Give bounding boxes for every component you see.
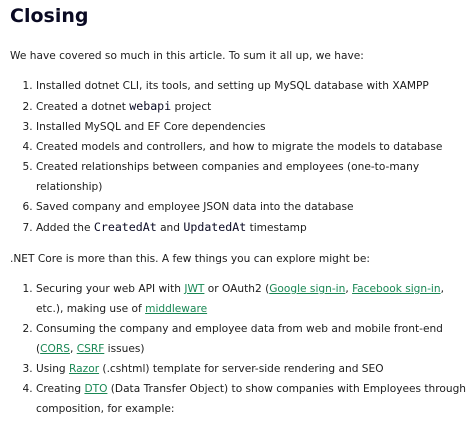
item-text: (.cshtml) template for server-side rende… [99, 363, 384, 375]
item-text: Securing your web API with [36, 283, 185, 295]
summary-intro: We have covered so much in this article.… [10, 50, 364, 62]
dto-link[interactable]: DTO [84, 383, 107, 395]
facebook-sign-in-link[interactable]: Facebook sign-in [352, 283, 441, 295]
list-item: Securing your web API with JWT or OAuth2… [36, 279, 470, 319]
item-text: Created relationships between companies … [36, 161, 420, 193]
explore-list: Securing your web API with JWT or OAuth2… [10, 279, 470, 419]
article-content: Closing We have covered so much in this … [10, 4, 470, 419]
item-text: timestamp [246, 222, 307, 234]
item-text: Installed dotnet CLI, its tools, and set… [36, 80, 429, 92]
google-sign-in-link[interactable]: Google sign-in [269, 283, 345, 295]
list-item: Created relationships between companies … [36, 157, 470, 197]
item-text: Using [36, 363, 70, 375]
item-text: project [171, 101, 212, 113]
list-item: Created models and controllers, and how … [36, 137, 470, 157]
section-heading: Closing [10, 5, 89, 27]
item-text: Added the [36, 222, 94, 234]
list-item: Created a dotnet webapi project [36, 96, 470, 117]
explore-intro: .NET Core is more than this. A few thing… [10, 253, 370, 265]
item-text: issues) [104, 343, 145, 355]
list-item: Installed MySQL and EF Core dependencies [36, 117, 470, 137]
list-item: Installed dotnet CLI, its tools, and set… [36, 76, 470, 96]
item-text: Created a dotnet [36, 101, 130, 113]
item-text: or OAuth2 ( [204, 283, 270, 295]
jwt-link[interactable]: JWT [184, 283, 204, 295]
csrf-link[interactable]: CSRF [77, 343, 105, 355]
list-item: Added the CreatedAt and UpdatedAt timest… [36, 217, 470, 238]
item-text: Installed MySQL and EF Core dependencies [36, 121, 266, 133]
inline-code: CreatedAt [93, 220, 157, 234]
list-item: Using Razor (.cshtml) template for serve… [36, 359, 470, 379]
list-item: Saved company and employee JSON data int… [36, 197, 470, 217]
item-text: Creating [36, 383, 85, 395]
summary-list: Installed dotnet CLI, its tools, and set… [10, 76, 470, 238]
list-item: Consuming the company and employee data … [36, 319, 470, 359]
list-item: Creating DTO (Data Transfer Object) to s… [36, 379, 470, 419]
inline-code: UpdatedAt [183, 220, 247, 234]
item-text: and [156, 222, 184, 234]
middleware-link[interactable]: middleware [145, 303, 207, 315]
cors-link[interactable]: CORS [40, 343, 70, 355]
inline-code: webapi [129, 99, 172, 113]
item-text: , [69, 343, 77, 355]
item-text: Saved company and employee JSON data int… [36, 201, 354, 213]
razor-link[interactable]: Razor [69, 363, 99, 375]
item-text: Created models and controllers, and how … [36, 141, 443, 153]
